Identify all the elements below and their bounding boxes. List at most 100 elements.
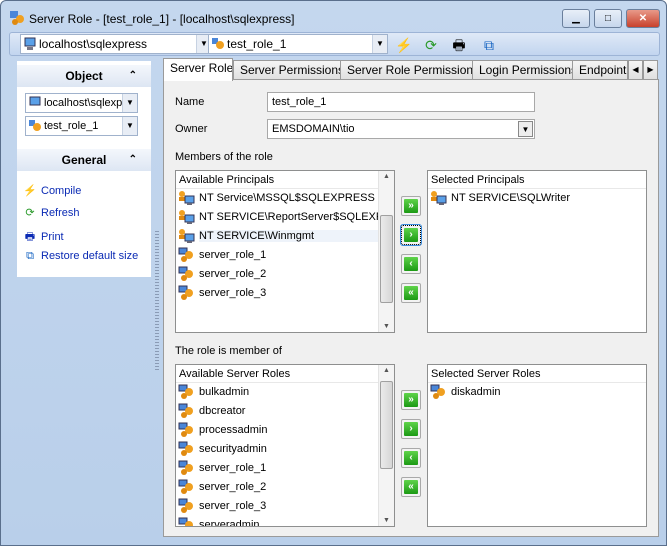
- list-item[interactable]: server_role_2: [176, 478, 394, 497]
- list-item[interactable]: serveradmin: [176, 516, 394, 526]
- collapse-icon[interactable]: ⌃: [129, 149, 137, 171]
- scroll-up-icon[interactable]: ▲: [379, 173, 394, 180]
- scroll-up-icon[interactable]: ▲: [379, 367, 394, 374]
- tab-server-role[interactable]: Server Role: [163, 58, 233, 81]
- server-combo-value: localhost\sqlexpress: [39, 37, 148, 51]
- list-item-label: bulkadmin: [199, 386, 250, 398]
- double-chevron-right-icon: »: [404, 199, 418, 213]
- chevron-left-icon: ‹: [404, 451, 418, 465]
- close-button[interactable]: ✕: [626, 9, 660, 28]
- server-role-icon: [178, 422, 193, 438]
- remove-all-roles-button[interactable]: «: [401, 477, 421, 497]
- list-item[interactable]: server_role_3: [176, 284, 394, 303]
- maximize-button[interactable]: □: [594, 9, 622, 28]
- restore-size-link[interactable]: ⧉ Restore default size: [23, 250, 138, 263]
- available-principals-list[interactable]: Available Principals NT Service\MSSQL$SQ…: [175, 170, 395, 333]
- add-role-button[interactable]: ›: [401, 419, 421, 439]
- remove-principal-button[interactable]: ‹: [401, 254, 421, 274]
- compile-link[interactable]: ⚡ Compile: [23, 184, 81, 197]
- add-all-roles-button[interactable]: »: [401, 390, 421, 410]
- scrollbar[interactable]: ▲ ▼: [378, 171, 394, 332]
- tab-scroll-left-icon[interactable]: ◀: [628, 60, 643, 80]
- scrollbar[interactable]: ▲ ▼: [378, 365, 394, 526]
- refresh-link[interactable]: ⟳ Refresh: [23, 206, 80, 219]
- general-header-label: General: [61, 153, 107, 167]
- print-icon[interactable]: 🖶: [450, 36, 468, 54]
- owner-label: Owner: [175, 123, 208, 135]
- object-section-header[interactable]: Object ⌃: [17, 65, 151, 87]
- list-item[interactable]: NT Service\MSSQL$SQLEXPRESS: [176, 189, 394, 208]
- available-server-roles-list[interactable]: Available Server Roles bulkadmin dbcreato…: [175, 364, 395, 527]
- server-role-panel: Name test_role_1 Owner EMSDOMAIN\tio ▼ Me…: [163, 79, 659, 537]
- server-icon: [29, 96, 41, 106]
- print-link[interactable]: 🖶 Print: [23, 228, 64, 247]
- refresh-label: Refresh: [41, 207, 80, 219]
- compile-icon[interactable]: ⚡: [395, 36, 413, 54]
- list-item-label: server_role_1: [199, 462, 267, 474]
- selected-principals-header: Selected Principals: [428, 171, 646, 189]
- tab-login-permissions[interactable]: Login Permissions: [472, 60, 573, 80]
- refresh-icon[interactable]: ⟳: [422, 36, 440, 54]
- chevron-down-icon[interactable]: ▼: [122, 94, 137, 112]
- scrollbar-thumb[interactable]: [380, 381, 393, 469]
- server-role-icon: [178, 285, 193, 301]
- restore-size-icon: ⧉: [26, 250, 34, 262]
- double-chevron-right-icon: »: [404, 393, 418, 407]
- remove-all-principals-button[interactable]: «: [401, 283, 421, 303]
- tab-server-role-permissions[interactable]: Server Role Permissions: [340, 60, 473, 80]
- list-item-label: dbcreator: [199, 405, 246, 417]
- window-title: Server Role - [test_role_1] - [localhost…: [29, 12, 295, 26]
- list-item[interactable]: server_role_1: [176, 459, 394, 478]
- general-section-header[interactable]: General ⌃: [17, 149, 151, 171]
- object-server-combo[interactable]: localhost\sqlexpress ▼: [25, 93, 138, 113]
- remove-role-button[interactable]: ‹: [401, 448, 421, 468]
- list-item[interactable]: server_role_2: [176, 265, 394, 284]
- add-all-principals-button[interactable]: »: [401, 196, 421, 216]
- owner-select[interactable]: EMSDOMAIN\tio ▼: [267, 119, 535, 139]
- tab-server-permissions[interactable]: Server Permissions: [233, 60, 341, 80]
- toolbar: localhost\sqlexpress ▼ test_role_1 ▼ ⚡ ⟳ 🖶…: [9, 32, 660, 56]
- tab-scroll-right-icon[interactable]: ▶: [643, 60, 658, 80]
- scroll-down-icon[interactable]: ▼: [379, 323, 394, 330]
- owner-value: EMSDOMAIN\tio: [272, 123, 355, 135]
- list-item[interactable]: securityadmin: [176, 440, 394, 459]
- chevron-down-icon[interactable]: ▼: [372, 35, 387, 53]
- compile-icon: ⚡: [23, 185, 37, 197]
- refresh-icon: ⟳: [25, 207, 35, 219]
- scrollbar-thumb[interactable]: [380, 215, 393, 303]
- selected-server-roles-list[interactable]: Selected Server Roles diskadmin: [427, 364, 647, 527]
- list-item[interactable]: server_role_3: [176, 497, 394, 516]
- available-server-roles-header: Available Server Roles: [176, 365, 394, 383]
- list-item[interactable]: diskadmin: [428, 383, 646, 402]
- list-item-label: server_role_3: [199, 500, 267, 512]
- scroll-down-icon[interactable]: ▼: [379, 517, 394, 524]
- members-section-label: Members of the role: [175, 151, 273, 163]
- server-combo[interactable]: localhost\sqlexpress ▼: [20, 34, 212, 54]
- list-item[interactable]: NT SERVICE\Winmgmt: [176, 227, 394, 246]
- list-item-label: NT SERVICE\SQLWriter: [451, 192, 570, 204]
- collapse-icon[interactable]: ⌃: [129, 65, 137, 87]
- name-input[interactable]: test_role_1: [267, 92, 535, 112]
- available-server-roles-rows: bulkadmin dbcreator processadmin securityad…: [176, 383, 394, 526]
- list-item-label: server_role_3: [199, 287, 267, 299]
- list-item-label: NT SERVICE\ReportServer$SQLEXPRESS: [199, 211, 395, 223]
- tab-endpoint-permissions[interactable]: Endpoint P: [572, 60, 628, 80]
- chevron-down-icon[interactable]: ▼: [122, 117, 137, 135]
- list-item[interactable]: dbcreator: [176, 402, 394, 421]
- list-item[interactable]: bulkadmin: [176, 383, 394, 402]
- list-item[interactable]: NT SERVICE\SQLWriter: [428, 189, 646, 208]
- minimize-button[interactable]: ▁: [562, 9, 590, 28]
- server-role-icon: [10, 11, 24, 25]
- list-item-label: processadmin: [199, 424, 268, 436]
- chevron-down-icon[interactable]: ▼: [518, 121, 533, 137]
- selected-principals-list[interactable]: Selected Principals NT SERVICE\SQLWriter: [427, 170, 647, 333]
- object-role-combo[interactable]: test_role_1 ▼: [25, 116, 138, 136]
- add-principal-button[interactable]: ›: [400, 224, 422, 246]
- login-icon: [179, 191, 195, 206]
- list-item[interactable]: NT SERVICE\ReportServer$SQLEXPRESS: [176, 208, 394, 227]
- role-combo[interactable]: test_role_1 ▼: [208, 34, 388, 54]
- splitter-handle[interactable]: [155, 231, 159, 371]
- list-item[interactable]: processadmin: [176, 421, 394, 440]
- restore-size-icon[interactable]: ⧉: [480, 36, 498, 54]
- list-item[interactable]: server_role_1: [176, 246, 394, 265]
